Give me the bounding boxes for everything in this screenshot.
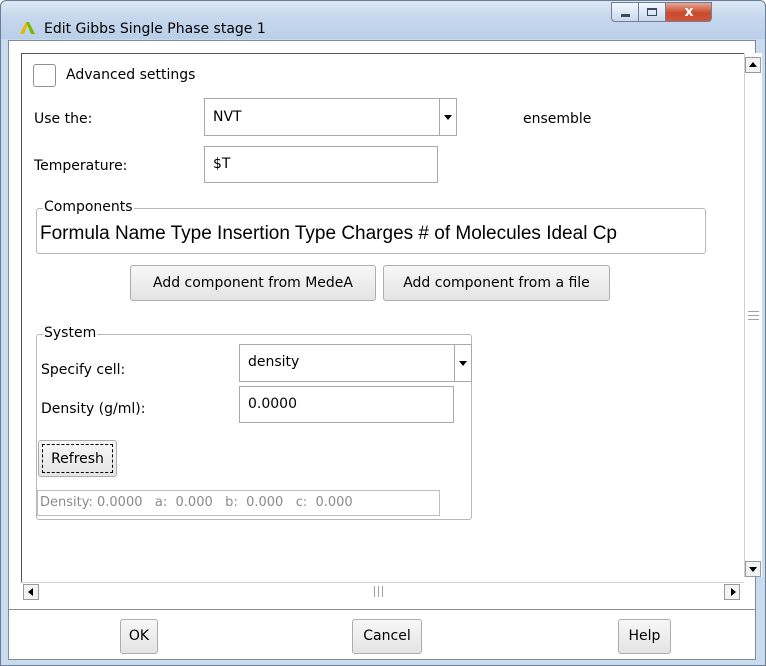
scroll-left-button[interactable] <box>23 584 39 600</box>
minimize-button[interactable] <box>611 2 639 22</box>
close-button[interactable]: x <box>666 2 712 22</box>
summary-c-label: c: <box>295 495 308 510</box>
maximize-button[interactable] <box>639 2 666 22</box>
horizontal-scrollbar[interactable] <box>21 582 744 600</box>
maximize-icon <box>647 8 657 16</box>
arrow-up-icon <box>749 62 757 67</box>
system-legend: System <box>43 325 98 341</box>
summary-b-value: 0.000 <box>246 495 284 510</box>
use-the-label: Use the: <box>34 111 93 127</box>
minimize-icon <box>621 14 630 17</box>
system-summary-field: Density: 0.0000 a: 0.000 b: 0.000 c: 0.0… <box>37 490 440 516</box>
arrow-right-icon <box>731 588 736 596</box>
summary-c-value: 0.000 <box>315 495 353 510</box>
scroll-down-button[interactable] <box>745 561 761 577</box>
scroll-right-button[interactable] <box>724 584 740 600</box>
ensemble-label: ensemble <box>523 111 592 127</box>
density-input[interactable]: 0.0000 <box>239 386 454 423</box>
window-title: Edit Gibbs Single Phase stage 1 <box>44 21 266 37</box>
summary-a-value: 0.000 <box>175 495 213 510</box>
app-logo-icon <box>20 22 35 34</box>
vertical-scrollbar[interactable] <box>744 53 762 577</box>
add-component-medea-button[interactable]: Add component from MedeA <box>130 265 376 301</box>
ok-button[interactable]: OK <box>120 619 158 654</box>
help-button[interactable]: Help <box>618 619 671 654</box>
components-legend: Components <box>43 199 134 215</box>
ensemble-select[interactable]: NVT <box>204 98 457 136</box>
specify-cell-value: density <box>248 354 300 370</box>
chevron-down-icon <box>444 115 452 120</box>
arrow-left-icon <box>28 588 33 596</box>
close-icon: x <box>684 4 694 20</box>
specify-cell-select[interactable]: density <box>239 344 472 382</box>
scroll-up-button[interactable] <box>745 57 761 73</box>
add-component-file-button[interactable]: Add component from a file <box>383 265 610 301</box>
arrow-down-icon <box>749 567 757 572</box>
components-table-header: Formula Name Type Insertion Type Charges… <box>40 223 617 244</box>
refresh-button[interactable]: Refresh <box>38 440 117 477</box>
temperature-input[interactable]: $T <box>204 146 438 183</box>
specify-cell-dropdown-button[interactable] <box>454 345 471 381</box>
hscroll-thumb-grip-icon <box>374 586 383 597</box>
refresh-button-label: Refresh <box>42 444 113 473</box>
scroll-thumb-grip-icon <box>748 311 759 320</box>
advanced-settings-checkbox[interactable] <box>33 64 56 87</box>
specify-cell-label: Specify cell: <box>41 362 126 378</box>
ensemble-select-value: NVT <box>213 109 242 125</box>
summary-a-label: a: <box>154 495 168 510</box>
cancel-button[interactable]: Cancel <box>352 619 422 654</box>
advanced-settings-label: Advanced settings <box>66 67 196 83</box>
ensemble-dropdown-button[interactable] <box>439 99 456 135</box>
chevron-down-icon <box>459 361 467 366</box>
density-label: Density (g/ml): <box>41 401 146 417</box>
summary-density-value: 0.0000 <box>97 495 143 510</box>
summary-b-label: b: <box>225 495 238 510</box>
temperature-label: Temperature: <box>34 158 128 174</box>
summary-density-label: Density: <box>40 495 93 510</box>
